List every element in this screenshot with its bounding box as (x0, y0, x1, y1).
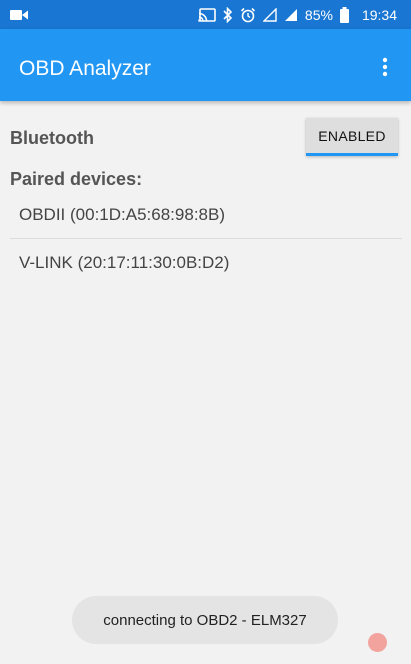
touch-indicator (368, 633, 387, 652)
status-time: 19:34 (361, 6, 397, 23)
bluetooth-label: Bluetooth (10, 128, 94, 148)
status-icons: 85% 19:34 (198, 0, 397, 29)
alarm-clock-icon (240, 7, 256, 23)
signal-empty-icon (262, 7, 277, 22)
paired-device-item[interactable]: OBDII (00:1D:A5:68:98:8B) (10, 192, 402, 239)
bluetooth-enabled-button[interactable]: ENABLED (306, 118, 398, 156)
toast-message: connecting to OBD2 - ELM327 (72, 596, 338, 644)
signal-roaming-icon (284, 8, 298, 22)
more-vert-icon[interactable] (373, 55, 397, 79)
battery-percent: 85% (304, 6, 333, 23)
paired-device-item[interactable]: V-LINK (20:17:11:30:0B:D2) (10, 239, 402, 286)
cast-icon (198, 7, 216, 22)
paired-devices-label: Paired devices: (10, 169, 143, 189)
video-camera-icon (10, 8, 28, 20)
bluetooth-icon (223, 6, 233, 23)
paired-device-list: OBDII (00:1D:A5:68:98:8B) V-LINK (20:17:… (10, 192, 402, 286)
app-bar: OBD Analyzer (0, 29, 411, 101)
app-title: OBD Analyzer (19, 57, 151, 80)
status-bar: 85% 19:34 (0, 0, 411, 29)
battery-icon (339, 6, 349, 23)
